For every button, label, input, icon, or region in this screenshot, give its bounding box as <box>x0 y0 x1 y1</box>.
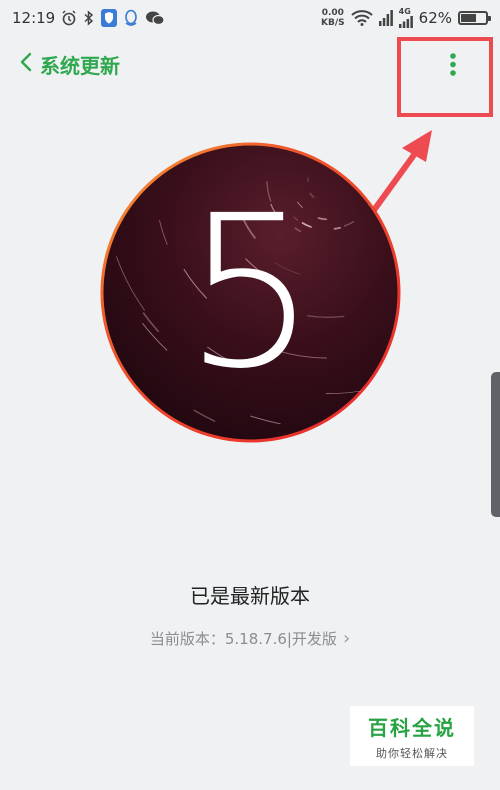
status-bar: 12:19 0.00 KB/S 4G 62% <box>0 0 500 36</box>
up-to-date-message: 已是最新版本 <box>190 584 310 608</box>
chevron-right-icon: › <box>342 628 351 649</box>
back-button[interactable]: 系统更新 <box>20 48 120 80</box>
signal-4g-label: 4G <box>398 7 411 16</box>
status-bar-right: 0.00 KB/S 4G 62% <box>321 7 491 28</box>
chevron-left-icon <box>20 52 32 76</box>
status-bar-left: 12:19 <box>12 9 165 27</box>
qq-icon <box>123 9 139 27</box>
version-badge: 5 <box>98 140 403 445</box>
net-speed-unit: KB/S <box>321 18 345 28</box>
bluetooth-icon <box>83 10 95 26</box>
status-time: 12:19 <box>12 9 56 27</box>
watermark-title: 百科全说 <box>368 715 456 740</box>
signal-4g: 4G <box>398 7 413 28</box>
battery-percent: 62% <box>418 9 452 27</box>
wifi-icon <box>350 10 373 26</box>
current-version-row[interactable]: 当前版本：5.18.7.6|开发版 › <box>0 628 500 649</box>
wechat-icon <box>145 10 165 26</box>
current-version-text: 当前版本：5.18.7.6|开发版 <box>149 630 337 648</box>
net-speed: 0.00 KB/S <box>321 8 345 28</box>
watermark-logo: 百科全说 助你轻松解决 <box>350 706 474 766</box>
cell-signal-icon <box>378 10 393 26</box>
battery-fill <box>461 14 476 22</box>
net-speed-value: 0.00 <box>321 8 344 18</box>
edge-panel-handle[interactable] <box>491 372 500 517</box>
shield-icon <box>101 9 118 27</box>
alarm-icon <box>61 10 77 26</box>
annotation-highlight-box <box>397 37 493 117</box>
watermark-subtitle: 助你轻松解决 <box>376 746 448 760</box>
version-digit: 5 <box>183 169 318 415</box>
battery-icon <box>458 11 491 25</box>
page-title: 系统更新 <box>40 53 120 78</box>
